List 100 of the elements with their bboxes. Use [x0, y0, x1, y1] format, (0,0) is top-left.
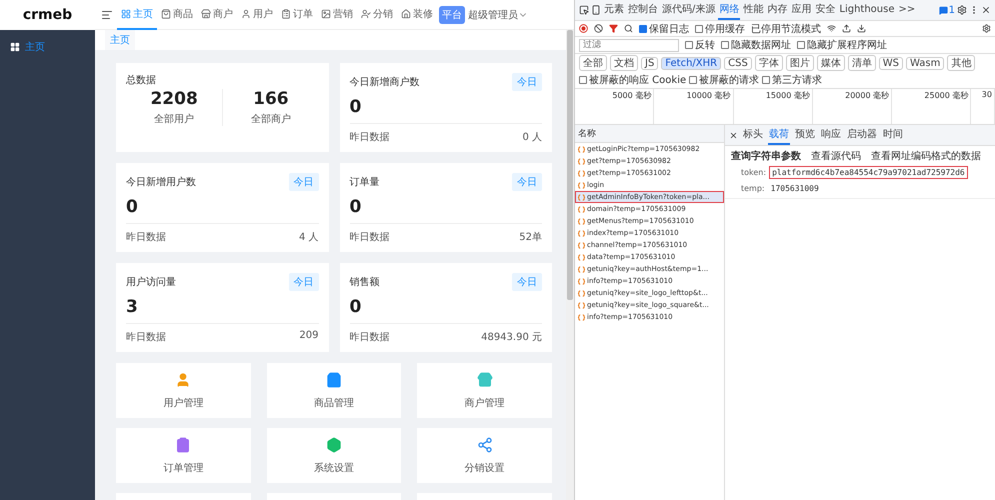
- braces-icon: [578, 206, 585, 212]
- close-icon[interactable]: [729, 130, 738, 140]
- settings-icon[interactable]: [957, 5, 967, 15]
- stat-value: 0: [350, 97, 362, 117]
- quick-menu-card[interactable]: 商户管理: [417, 363, 552, 418]
- stat-value: 0: [126, 197, 138, 217]
- image-icon: [321, 8, 331, 18]
- devtools-tab[interactable]: 性能: [742, 0, 764, 20]
- devtools-tab[interactable]: 元素: [603, 0, 625, 20]
- quick-menu-card[interactable]: 订单管理: [116, 428, 251, 483]
- detail-tab[interactable]: 载荷: [768, 125, 790, 145]
- filter-checkbox[interactable]: 反转: [685, 38, 715, 52]
- disable-cache-checkbox[interactable]: 停用缓存: [695, 22, 745, 36]
- preserve-log-checkbox[interactable]: 保留日志: [639, 22, 689, 36]
- scrollbar[interactable]: [566, 30, 574, 500]
- timeline-tick: 5000 毫秒: [612, 91, 652, 100]
- filter-checkbox[interactable]: 第三方请求: [762, 73, 822, 87]
- home-icon: [401, 8, 411, 18]
- grid-icon: [121, 8, 131, 18]
- more-tabs[interactable]: >>: [898, 2, 916, 18]
- devtools-tab[interactable]: 控制台: [627, 0, 659, 20]
- quick-menu-card[interactable]: 系统设置: [266, 428, 402, 483]
- grid-icon: [10, 42, 20, 52]
- type-filter[interactable]: 其他: [947, 55, 976, 71]
- inspect-icon[interactable]: [579, 5, 589, 15]
- nav-tab[interactable]: 订单: [277, 0, 317, 30]
- search-icon[interactable]: [624, 24, 633, 33]
- detail-tab[interactable]: 预览: [794, 125, 816, 145]
- download-icon[interactable]: [857, 24, 866, 33]
- settings-icon[interactable]: [982, 24, 991, 33]
- devtools-tab[interactable]: 源代码/来源: [661, 0, 716, 20]
- type-filter[interactable]: 清单: [848, 55, 876, 71]
- view-link[interactable]: 查看源代码: [811, 149, 861, 163]
- timeline-tick: 25000 毫秒: [924, 91, 968, 100]
- footer-label: 昨日数据: [126, 331, 166, 344]
- record-icon[interactable]: [579, 24, 588, 33]
- type-filter[interactable]: JS: [641, 56, 658, 70]
- throttle-select[interactable]: 已停用节流模式: [751, 22, 821, 36]
- filter-field[interactable]: 过滤: [579, 38, 679, 52]
- nav-tab[interactable]: 商户: [197, 0, 237, 30]
- filter-checkbox[interactable]: 隐藏数据网址: [721, 38, 791, 52]
- stat-value: 0: [350, 197, 362, 217]
- menu-icon[interactable]: [101, 8, 113, 20]
- close-icon[interactable]: [981, 5, 991, 15]
- type-filter[interactable]: CSS: [724, 56, 752, 70]
- issues-counter[interactable]: 1: [938, 4, 955, 16]
- quick-menu-label: 商户管理: [464, 396, 505, 410]
- type-filter[interactable]: 全部: [579, 55, 607, 71]
- column-header: 名称: [578, 129, 596, 139]
- nav-tab[interactable]: 商品: [157, 0, 197, 30]
- quick-menu-card[interactable]: 用户管理: [116, 363, 251, 418]
- braces-icon: [578, 218, 585, 224]
- view-link[interactable]: 查看网址编码格式的数据: [871, 149, 981, 163]
- nav-tab[interactable]: 分销: [357, 0, 397, 30]
- user-icon: [175, 372, 192, 388]
- device-icon[interactable]: [591, 5, 601, 15]
- user-name[interactable]: 超级管理员: [468, 8, 518, 22]
- type-filter[interactable]: Wasm: [906, 56, 944, 70]
- param-key: token:: [741, 168, 766, 177]
- devtools-tab[interactable]: 应用: [790, 0, 812, 20]
- param-key: temp:: [741, 184, 765, 193]
- quick-menu-card[interactable]: 分销设置: [417, 428, 552, 483]
- detail-tab[interactable]: 响应: [820, 125, 842, 145]
- upload-icon[interactable]: [842, 24, 851, 33]
- quick-menu-card[interactable]: 商品管理: [266, 363, 402, 418]
- hexagon-icon: [326, 436, 342, 452]
- nav-tab[interactable]: 装修: [397, 0, 437, 30]
- type-filter[interactable]: 字体: [754, 55, 783, 71]
- nav-tab[interactable]: 用户: [237, 0, 277, 30]
- quick-menu-label: 用户管理: [163, 396, 204, 410]
- filter-checkbox[interactable]: 被屏蔽的响应 Cookie: [579, 73, 686, 87]
- filter-checkbox[interactable]: 隐藏扩展程序网址: [797, 38, 887, 52]
- devtools-tab[interactable]: Lighthouse: [838, 2, 896, 18]
- type-filter[interactable]: 图片: [786, 55, 814, 71]
- clipboard-icon: [175, 436, 192, 452]
- period-badge: 今日: [288, 173, 318, 191]
- period-badge: 今日: [512, 73, 542, 91]
- devtools-tab[interactable]: 内存: [766, 0, 788, 20]
- detail-tab[interactable]: 标头: [742, 125, 764, 145]
- nav-tab[interactable]: 营销: [317, 0, 357, 30]
- stat-value: 166: [253, 89, 289, 109]
- wifi-icon[interactable]: [827, 24, 836, 33]
- detail-tab[interactable]: 时间: [882, 125, 904, 145]
- card-title: 用户访问量: [126, 276, 176, 289]
- footer-value: 209: [299, 330, 318, 343]
- braces-icon: [578, 230, 585, 236]
- footer-value: 52单: [519, 230, 542, 244]
- clear-icon[interactable]: [594, 24, 603, 33]
- section-heading[interactable]: 查询字符串参数: [731, 149, 801, 163]
- timeline-tick: 15000 毫秒: [766, 91, 810, 100]
- share-icon: [476, 436, 493, 452]
- type-filter[interactable]: 媒体: [816, 55, 845, 71]
- type-filter[interactable]: 文档: [610, 55, 638, 71]
- filter-icon[interactable]: [609, 24, 618, 33]
- sidebar-item[interactable]: 主页: [0, 36, 95, 58]
- type-filter[interactable]: WS: [878, 56, 904, 70]
- devtools-tab[interactable]: 安全: [814, 0, 836, 20]
- filter-checkbox[interactable]: 被屏蔽的请求: [689, 73, 760, 87]
- detail-tab[interactable]: 启动器: [846, 125, 878, 145]
- type-filter[interactable]: Fetch/XHR: [661, 56, 722, 70]
